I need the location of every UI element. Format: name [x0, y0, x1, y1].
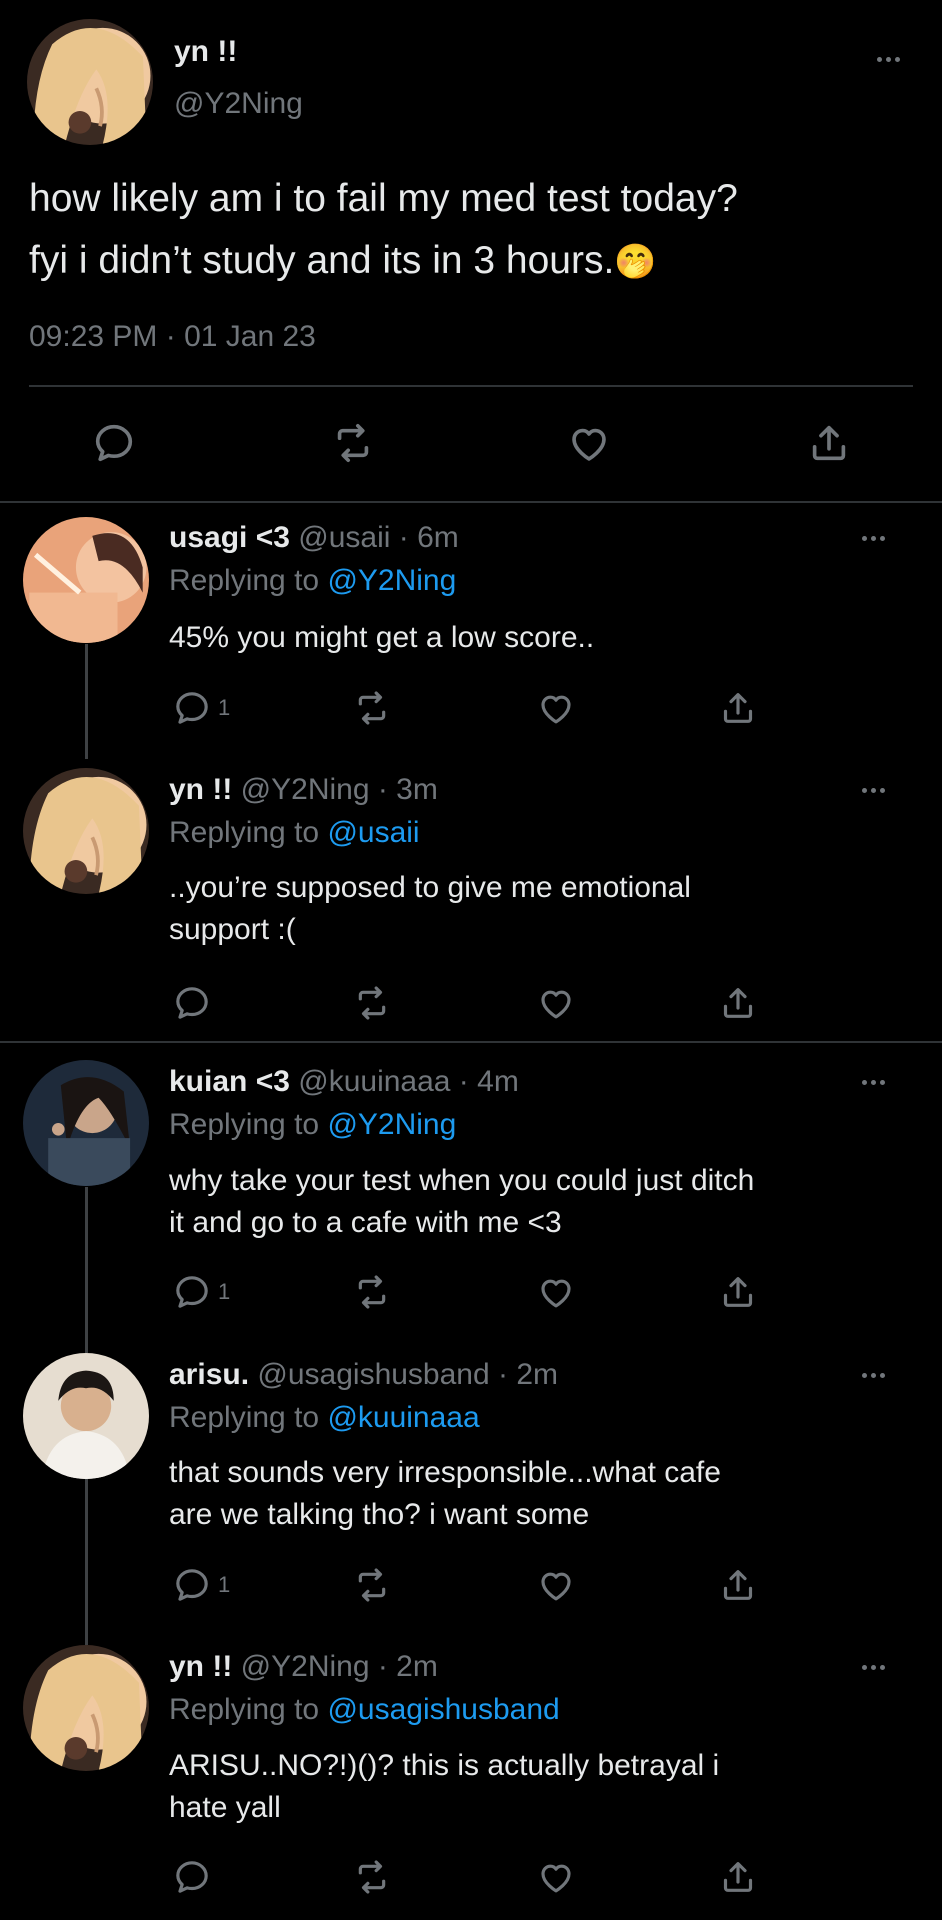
author-meta[interactable]: @usaii · 6m	[298, 521, 459, 554]
replying-to-link[interactable]: @usagishusband	[327, 1693, 559, 1726]
thread-connector	[85, 1187, 88, 1353]
reply-text-line: ARISU..NO?!)()? this is actually betraya…	[169, 1749, 720, 1782]
author-handle[interactable]: @Y2Ning	[174, 86, 303, 122]
retweet-icon[interactable]	[352, 983, 392, 1023]
author-display-name[interactable]: yn !!	[169, 1650, 232, 1683]
retweet-icon[interactable]	[352, 1565, 392, 1605]
more-icon[interactable]	[862, 788, 885, 793]
thread-connector	[85, 644, 88, 759]
reply-text-line: that sounds very irresponsible...what ca…	[169, 1456, 721, 1489]
tweet-text-line: how likely am i to fail my med test toda…	[29, 177, 738, 220]
share-icon[interactable]	[718, 1857, 758, 1897]
reply-header: yn !! @Y2Ning · 2m	[169, 1648, 438, 1686]
author-meta[interactable]: @kuuinaaa · 4m	[298, 1065, 519, 1098]
replying-to: Replying to @usaii	[169, 816, 420, 849]
author-meta[interactable]: @Y2Ning · 2m	[241, 1650, 438, 1683]
author-display-name[interactable]: usagi <3	[169, 521, 290, 554]
reply-count: 1	[218, 1279, 231, 1304]
tweet-text-line: fyi i didn’t study and its in 3 hours.🤭	[29, 239, 657, 282]
divider	[29, 385, 913, 387]
reply-count: 1	[218, 1572, 231, 1597]
reply-header: usagi <3 @usaii · 6m	[169, 519, 459, 557]
replying-to: Replying to @kuuinaaa	[169, 1401, 480, 1434]
reply-header: kuian <3 @kuuinaaa · 4m	[169, 1063, 519, 1101]
replying-to-link[interactable]: @kuuinaaa	[327, 1401, 479, 1434]
avatar[interactable]	[23, 1645, 149, 1771]
retweet-icon[interactable]	[352, 1857, 392, 1897]
author-meta[interactable]: @usagishusband · 2m	[257, 1358, 558, 1391]
share-icon[interactable]	[718, 688, 758, 728]
reply-text-line: it and go to a cafe with me <3	[169, 1206, 562, 1239]
reply-text: why take your test when you could just d…	[169, 1160, 754, 1244]
tweet-text: how likely am i to fail my med test toda…	[29, 168, 919, 293]
heart-icon[interactable]	[536, 1272, 576, 1312]
reply-text: ARISU..NO?!)()? this is actually betraya…	[169, 1745, 719, 1829]
reply-text-line: ..you’re supposed to give me emotional	[169, 871, 691, 904]
more-icon[interactable]	[877, 57, 900, 62]
reply-icon[interactable]	[91, 420, 137, 466]
share-icon[interactable]	[806, 420, 852, 466]
replying-to: Replying to @Y2Ning	[169, 1108, 457, 1141]
divider	[0, 1041, 942, 1043]
author-meta[interactable]: @Y2Ning · 3m	[241, 773, 438, 806]
more-icon[interactable]	[862, 1373, 885, 1378]
heart-icon[interactable]	[536, 1565, 576, 1605]
share-icon[interactable]	[718, 983, 758, 1023]
more-icon[interactable]	[862, 1665, 885, 1670]
replying-to: Replying to @Y2Ning	[169, 564, 457, 597]
heart-icon[interactable]	[536, 1857, 576, 1897]
reply-icon[interactable]	[172, 983, 218, 1023]
reply-text-line: why take your test when you could just d…	[169, 1164, 755, 1197]
avatar[interactable]	[23, 768, 149, 894]
author-display-name[interactable]: kuian <3	[169, 1065, 290, 1098]
reply-text-line: 45% you might get a low score..	[169, 621, 595, 654]
author-display-name[interactable]: yn !!	[169, 773, 232, 806]
reply-icon[interactable]	[172, 1857, 218, 1897]
reply-icon[interactable]: 1	[172, 688, 230, 728]
retweet-icon[interactable]	[352, 688, 392, 728]
avatar[interactable]	[23, 1353, 149, 1479]
replying-to-link[interactable]: @Y2Ning	[327, 564, 456, 597]
retweet-icon[interactable]	[352, 1272, 392, 1312]
reply-count: 1	[218, 695, 231, 720]
divider	[0, 501, 942, 503]
reply-text-line: hate yall	[169, 1791, 281, 1824]
heart-icon[interactable]	[566, 420, 612, 466]
avatar[interactable]	[23, 1060, 149, 1186]
reply-header: yn !! @Y2Ning · 3m	[169, 771, 438, 809]
replying-to: Replying to @usagishusband	[169, 1693, 560, 1726]
share-icon[interactable]	[718, 1565, 758, 1605]
emoji: 🤭	[614, 243, 657, 281]
reply-icon[interactable]: 1	[172, 1272, 230, 1312]
avatar[interactable]	[23, 517, 149, 643]
avatar[interactable]	[27, 19, 153, 145]
heart-icon[interactable]	[536, 983, 576, 1023]
heart-icon[interactable]	[536, 688, 576, 728]
reply-text-line: are we talking tho? i want some	[169, 1498, 590, 1531]
retweet-icon[interactable]	[330, 420, 376, 466]
thread-connector	[85, 1479, 88, 1645]
reply-text: 45% you might get a low score..	[169, 617, 594, 659]
more-icon[interactable]	[862, 1080, 885, 1085]
author-display-name[interactable]: arisu.	[169, 1358, 249, 1391]
replying-to-link[interactable]: @Y2Ning	[327, 1108, 456, 1141]
more-icon[interactable]	[862, 536, 885, 541]
reply-icon[interactable]: 1	[172, 1565, 230, 1605]
reply-text: that sounds very irresponsible...what ca…	[169, 1452, 721, 1536]
replying-to-link[interactable]: @usaii	[327, 816, 419, 849]
reply-text-line: support :(	[169, 913, 296, 946]
reply-header: arisu. @usagishusband · 2m	[169, 1356, 558, 1394]
tweet-timestamp[interactable]: 09:23 PM · 01 Jan 23	[29, 319, 316, 355]
reply-text: ..you’re supposed to give me emotional s…	[169, 867, 691, 951]
share-icon[interactable]	[718, 1272, 758, 1312]
author-display-name[interactable]: yn !!	[174, 34, 237, 70]
